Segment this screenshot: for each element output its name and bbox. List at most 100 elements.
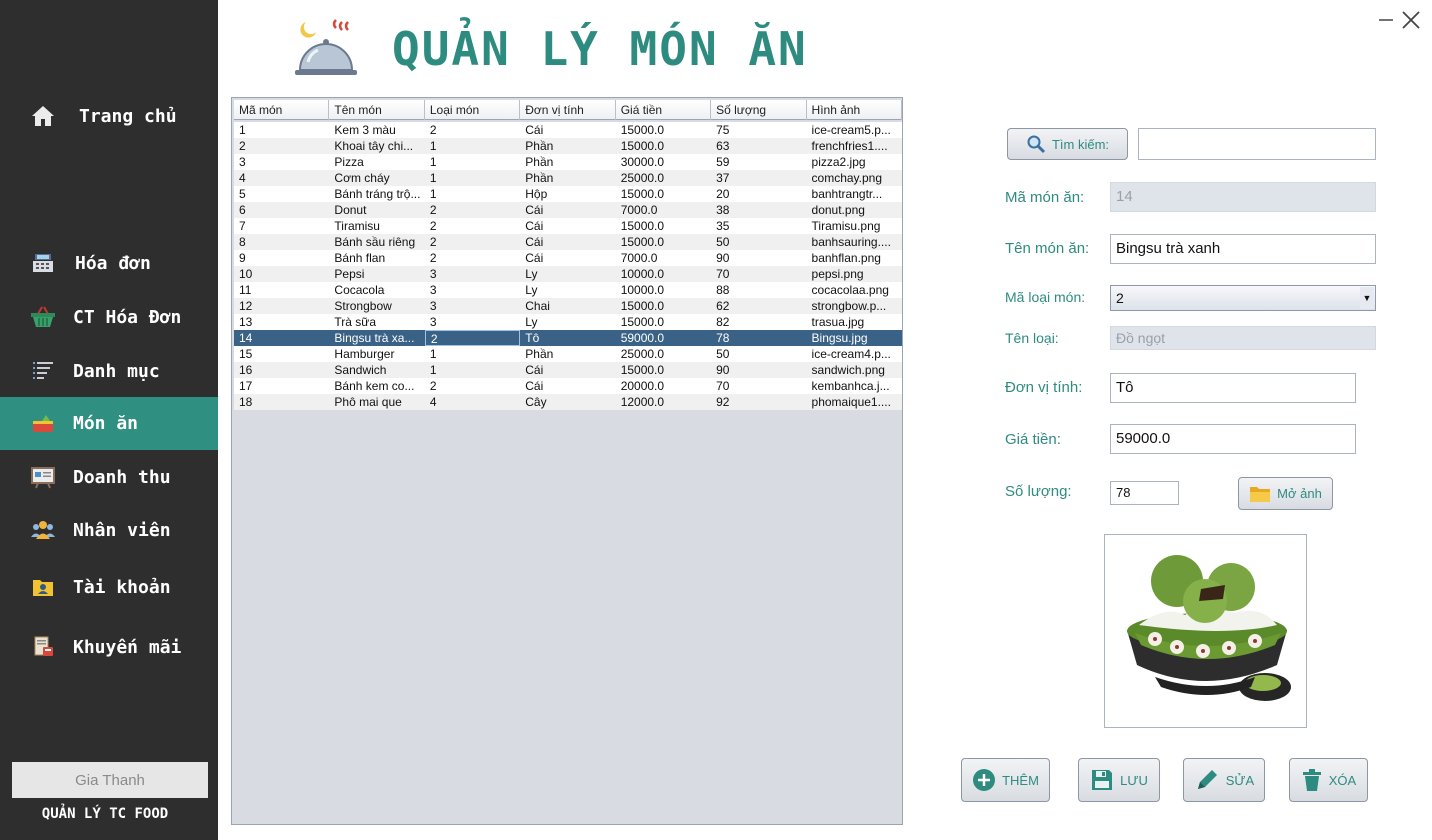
table-row[interactable]: 5 Bánh tráng trộ... 1 Hộp 15000.0 20 banhtrang…	[234, 186, 902, 202]
quantity-field[interactable]: 78	[1110, 481, 1179, 505]
sidebar-item-label: Trang chủ	[79, 105, 177, 127]
column-header[interactable]: Tên món	[329, 100, 425, 120]
home-icon	[30, 103, 56, 129]
table-cell: Cocacola	[334, 283, 385, 297]
sidebar-item-invoice-detail[interactable]: CT Hóa Đơn	[0, 291, 218, 343]
table-cell: Khoai tây chi...	[334, 139, 414, 153]
table-cell: pepsi.png	[811, 267, 864, 281]
table-cell: Cái	[525, 123, 544, 137]
column-header[interactable]: Số lượng	[711, 100, 807, 120]
search-input[interactable]	[1138, 128, 1376, 160]
category-name-field: Đồ ngọt	[1110, 326, 1376, 350]
table-cell: 3	[429, 283, 437, 297]
table-row[interactable]: 13 Trà sữa 3 Ly 15000.0 82 trasua.jpg	[234, 314, 902, 330]
sidebar-item-invoice[interactable]: Hóa đơn	[0, 237, 218, 289]
table-cell: 1	[429, 347, 437, 361]
promotion-icon	[30, 634, 56, 660]
table-cell: Pizza	[334, 155, 364, 169]
table-row[interactable]: 9 Bánh flan 2 Cái 7000.0 90 banhflan.png	[234, 250, 902, 266]
sidebar-item-revenue[interactable]: Doanh thu	[0, 451, 218, 503]
category-name-label: Tên loại:	[1005, 330, 1059, 346]
page-title: QUẢN LÝ MÓN ĂN	[392, 22, 808, 76]
table-row[interactable]: 11 Cocacola 3 Ly 10000.0 88 cocacolaa.png	[234, 282, 902, 298]
sidebar-item-label: Nhân viên	[73, 519, 171, 541]
table-cell: 90	[716, 363, 730, 377]
delete-button[interactable]: XÓA	[1289, 758, 1368, 802]
table-cell: Bánh kem co...	[334, 379, 415, 393]
table-cell: 20	[716, 187, 730, 201]
table-cell: 2	[429, 251, 437, 265]
table-cell: banhtrangtr...	[811, 187, 883, 201]
table-cell: 9	[239, 251, 246, 265]
table-row[interactable]: 15 Hamburger 1 Phần 25000.0 50 ice-cream4.p...	[234, 346, 902, 362]
sidebar-item-promotion[interactable]: Khuyến mãi	[0, 621, 218, 673]
table-cell: banhflan.png	[811, 251, 881, 265]
price-label: Giá tiền:	[1005, 431, 1061, 448]
save-button[interactable]: LƯU	[1078, 758, 1160, 802]
trash-icon	[1301, 768, 1323, 792]
table-row[interactable]: 12 Strongbow 3 Chai 15000.0 62 strongbow.p...	[234, 298, 902, 314]
table-cell: 75	[716, 123, 730, 137]
edit-button[interactable]: SỬA	[1183, 758, 1265, 802]
column-header[interactable]: Hình ảnh	[807, 100, 902, 120]
table-row[interactable]: 2 Khoai tây chi... 1 Phần 15000.0 63 frenchfri…	[234, 138, 902, 154]
table-body: 1 Kem 3 màu 2 Cái 15000.0 75 ice-cream5.p... 2 K…	[234, 122, 902, 410]
search-button-label: Tìm kiếm:	[1051, 136, 1110, 152]
column-header[interactable]: Đơn vị tính	[520, 100, 616, 120]
price-field[interactable]: 59000.0	[1110, 424, 1356, 454]
table-row[interactable]: 16 Sandwich 1 Cái 15000.0 90 sandwich.png	[234, 362, 902, 378]
category-id-select[interactable]: 2 ▼	[1110, 285, 1376, 311]
quantity-label: Số lượng:	[1005, 483, 1072, 500]
basket-icon	[30, 304, 56, 330]
table-cell: Ly	[525, 267, 538, 281]
dish-name-field[interactable]: Bingsu trà xanh	[1110, 234, 1376, 264]
table-cell: 11	[239, 283, 252, 297]
table-cell: 7000.0	[620, 203, 658, 217]
table-row[interactable]: 17 Bánh kem co... 2 Cái 20000.0 70 kembanhca.j…	[234, 378, 902, 394]
open-image-button[interactable]: Mở ảnh	[1238, 477, 1333, 510]
table-row[interactable]: 1 Kem 3 màu 2 Cái 15000.0 75 ice-cream5.p...	[234, 122, 902, 138]
table-row[interactable]: 4 Cơm cháy 1 Phần 25000.0 37 comchay.png	[234, 170, 902, 186]
unit-field[interactable]: Tô	[1110, 373, 1356, 403]
food-table[interactable]: Mã món Tên món Loại món Đơn vị tính Giá tiền…	[231, 97, 903, 825]
table-row[interactable]: 14 Bingsu trà xa... 2 Tô 59000.0 78 Bingsu.jpg	[234, 330, 902, 346]
sidebar-item-category[interactable]: Danh mục	[0, 345, 218, 397]
table-cell: 70	[716, 267, 730, 281]
revenue-board-icon	[30, 464, 56, 490]
table-row[interactable]: 6 Donut 2 Cái 7000.0 38 donut.png	[234, 202, 902, 218]
table-cell: 1	[239, 123, 246, 137]
dish-id-field: 14	[1110, 182, 1376, 212]
close-icon[interactable]	[1399, 8, 1423, 32]
table-cell: 2	[239, 139, 246, 153]
sidebar-item-account[interactable]: Tài khoản	[0, 561, 218, 613]
table-cell: 3	[239, 155, 246, 169]
search-button[interactable]: Tìm kiếm:	[1007, 128, 1128, 160]
table-row[interactable]: 18 Phô mai que 4 Cây 12000.0 92 phomaique1....	[234, 394, 902, 410]
column-header[interactable]: Loại món	[425, 100, 521, 120]
table-cell: Phần	[525, 347, 554, 361]
table-cell: kembanhca.j...	[811, 379, 890, 393]
add-button[interactable]: THÊM	[961, 758, 1050, 802]
sidebar-item-staff[interactable]: Nhân viên	[0, 504, 218, 556]
table-cell: pizza2.jpg	[811, 155, 866, 169]
table-cell: 12	[239, 299, 253, 313]
column-header[interactable]: Giá tiền	[616, 100, 712, 120]
table-cell: banhsauring....	[811, 235, 891, 249]
table-row[interactable]: 3 Pizza 1 Phần 30000.0 59 pizza2.jpg	[234, 154, 902, 170]
table-cell: 82	[716, 315, 730, 329]
sidebar-item-food[interactable]: Món ăn	[0, 397, 218, 450]
table-cell: Tiramisu	[334, 219, 380, 233]
sidebar-item-label: Món ăn	[73, 413, 139, 434]
column-header[interactable]: Mã món	[234, 100, 330, 120]
table-cell: Phần	[525, 155, 554, 169]
chevron-down-icon: ▼	[1360, 287, 1374, 309]
sidebar-item-home[interactable]: Trang chủ	[0, 90, 218, 142]
minimize-icon[interactable]	[1374, 8, 1398, 32]
table-row[interactable]: 7 Tiramisu 2 Cái 15000.0 35 Tiramisu.png	[234, 218, 902, 234]
table-cell: cocacolaa.png	[811, 283, 889, 297]
table-row[interactable]: 10 Pepsi 3 Ly 10000.0 70 pepsi.png	[234, 266, 902, 282]
table-row[interactable]: 8 Bánh sầu riêng 2 Cái 15000.0 50 banhsauring.…	[234, 234, 902, 250]
table-cell: 1	[429, 155, 437, 169]
table-cell: 59000.0	[620, 331, 665, 345]
table-cell: Hộp	[525, 187, 548, 201]
